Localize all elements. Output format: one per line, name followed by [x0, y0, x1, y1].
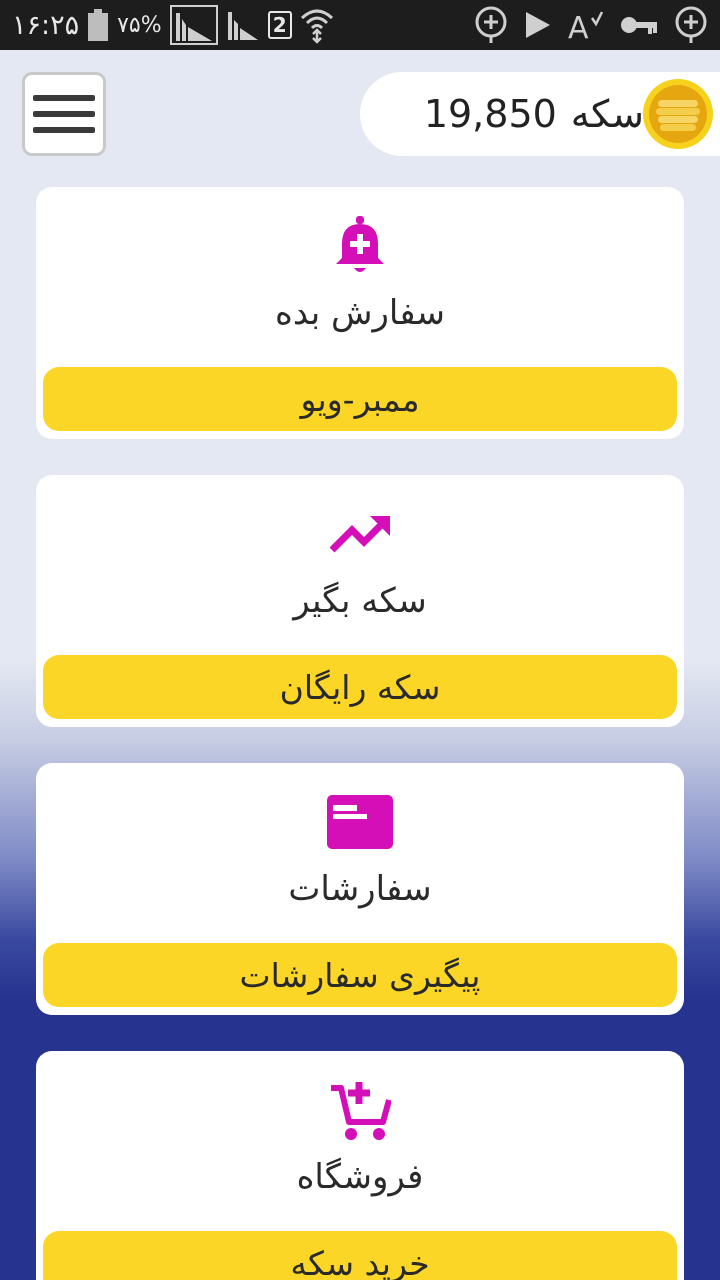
battery-percent: ۷۵%: [117, 12, 162, 38]
coin-label: سکه: [570, 92, 644, 136]
card-orders: سفارشات پیگیری سفارشات: [36, 763, 684, 1015]
coin-balance[interactable]: 19,850 سکه: [360, 72, 720, 156]
card-title: سکه بگیر: [293, 581, 427, 621]
hamburger-icon: [33, 95, 95, 133]
signal-2-icon: [226, 8, 260, 42]
trending-up-icon: [325, 499, 395, 569]
key-icon: [620, 14, 658, 36]
play-icon: [524, 10, 552, 40]
free-coins-button[interactable]: سکه رایگان: [43, 655, 677, 719]
location-plus-2-icon: [674, 5, 708, 45]
font-size-icon: A: [568, 8, 604, 42]
bell-plus-icon: [325, 211, 395, 281]
battery-icon: [87, 9, 109, 41]
cart-plus-icon: [325, 1075, 395, 1145]
status-right: A: [474, 5, 708, 45]
card-title: سفارشات: [288, 869, 432, 909]
card-get-coins: سکه بگیر سکه رایگان: [36, 475, 684, 727]
svg-text:A: A: [568, 11, 589, 42]
location-plus-icon: [474, 5, 508, 45]
member-view-button[interactable]: ممبر-ویو: [43, 367, 677, 431]
card-order: سفارش بده ممبر-ویو: [36, 187, 684, 439]
status-time: ۱۶:۲۵: [12, 9, 80, 41]
card-shop: فروشگاه خرید سکه: [36, 1051, 684, 1280]
coin-amount: 19,850: [423, 92, 557, 136]
status-left: ۱۶:۲۵ ۷۵% 2: [12, 5, 334, 45]
buy-coins-button[interactable]: خرید سکه: [43, 1231, 677, 1280]
coin-balance-text: 19,850 سکه: [424, 72, 644, 156]
wifi-icon: [300, 6, 334, 44]
coin-stack-icon: [642, 78, 714, 150]
sim-slot-badge: 2: [267, 11, 292, 39]
card-title: فروشگاه: [296, 1157, 424, 1197]
orders-card-icon: [325, 787, 395, 857]
status-bar: ۱۶:۲۵ ۷۵% 2 A: [0, 0, 720, 50]
card-title: سفارش بده: [275, 293, 445, 333]
track-orders-button[interactable]: پیگیری سفارشات: [43, 943, 677, 1007]
menu-button[interactable]: [22, 72, 106, 156]
signal-icon: [169, 5, 218, 45]
